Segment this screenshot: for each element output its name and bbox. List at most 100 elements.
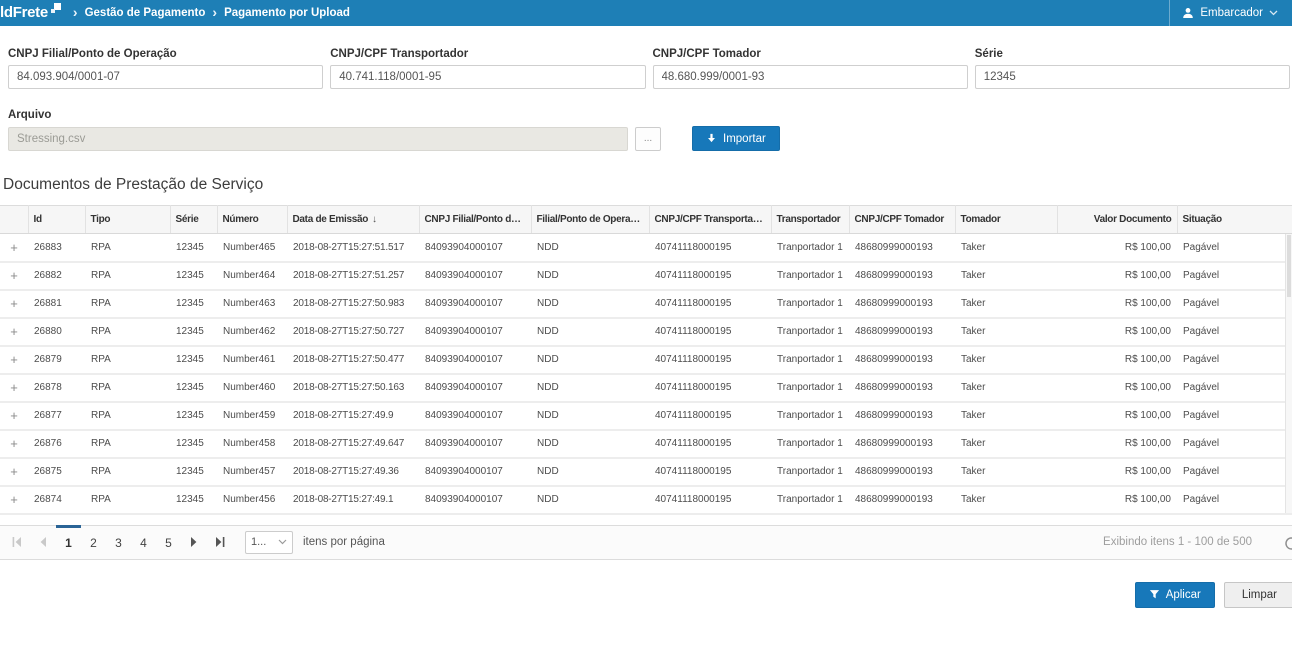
cnpj-filial-input[interactable]	[8, 65, 323, 89]
pager-page-3[interactable]: 3	[106, 525, 131, 559]
expand-row-icon[interactable]: +	[10, 268, 18, 283]
expand-row-icon[interactable]: +	[10, 352, 18, 367]
column-header-id[interactable]: Id	[28, 206, 85, 234]
refresh-icon[interactable]	[1283, 535, 1292, 552]
cnpj-transportador-input[interactable]	[330, 65, 645, 89]
cell-id: 26878	[28, 374, 85, 402]
expand-row-icon[interactable]: +	[10, 324, 18, 339]
page-size-dropdown[interactable]: 1...	[245, 531, 293, 554]
cell-cnpj-filial-ponto-operacao: 84093904000107	[419, 234, 531, 262]
cell-id: 26877	[28, 402, 85, 430]
breadcrumb: ›Gestão de Pagamento›Pagamento por Uploa…	[73, 5, 350, 21]
cell-serie: 12345	[170, 486, 217, 514]
expand-row-icon[interactable]: +	[10, 240, 18, 255]
cell-filial-ponto-operacao: NDD	[531, 430, 649, 458]
pager: 12345 1... itens por página Exibindo ite…	[0, 525, 1292, 560]
cell-transportador: Tranportador 1	[771, 290, 849, 318]
expand-row-icon[interactable]: +	[10, 436, 18, 451]
cell-data-de-emissao: 2018-08-27T15:27:49.9	[287, 402, 419, 430]
column-header-serie[interactable]: Série	[170, 206, 217, 234]
pager-pages: 12345	[56, 525, 181, 559]
cell-serie: 12345	[170, 458, 217, 486]
cell-cnpj-cpf-tomador: 48680999000193	[849, 486, 955, 514]
cell-tomador: Taker	[955, 430, 1057, 458]
cell-filial-ponto-operacao: NDD	[531, 402, 649, 430]
user-icon	[1182, 7, 1194, 19]
chevron-down-icon	[1269, 10, 1278, 16]
expand-cell: +	[0, 346, 28, 374]
expand-row-icon[interactable]: +	[10, 296, 18, 311]
cell-tomador: Taker	[955, 262, 1057, 290]
pager-page-2[interactable]: 2	[81, 525, 106, 559]
cell-filial-ponto-operacao: NDD	[531, 262, 649, 290]
cell-situacao: Pagável	[1177, 374, 1292, 402]
column-header-cnpj-cpf-tomador[interactable]: CNPJ/CPF Tomador	[849, 206, 955, 234]
breadcrumb-item[interactable]: Gestão de Pagamento	[85, 7, 206, 19]
cnpj-tomador-input[interactable]	[653, 65, 968, 89]
expand-row-icon[interactable]: +	[10, 408, 18, 423]
expand-row-icon[interactable]: +	[10, 464, 18, 479]
cell-tomador: Taker	[955, 458, 1057, 486]
clear-button[interactable]: Limpar	[1224, 582, 1292, 608]
column-header-cnpj-filial-ponto-operacao[interactable]: CNPJ Filial/Ponto de Operaç...	[419, 206, 531, 234]
pager-page-1[interactable]: 1	[56, 525, 81, 559]
cell-valor-documento: R$ 100,00	[1057, 234, 1177, 262]
column-header-tomador[interactable]: Tomador	[955, 206, 1057, 234]
cell-valor-documento: R$ 100,00	[1057, 262, 1177, 290]
breadcrumb-item[interactable]: Pagamento por Upload	[224, 7, 350, 19]
pager-prev-button[interactable]	[30, 525, 56, 559]
expand-cell: +	[0, 430, 28, 458]
expand-cell: +	[0, 318, 28, 346]
cell-cnpj-cpf-tomador: 48680999000193	[849, 346, 955, 374]
cell-tipo: RPA	[85, 262, 170, 290]
cell-transportador: Tranportador 1	[771, 430, 849, 458]
column-header-data-de-emissao[interactable]: Data de Emissão↓	[287, 206, 419, 234]
cell-tomador: Taker	[955, 318, 1057, 346]
cell-valor-documento: R$ 100,00	[1057, 318, 1177, 346]
column-header-valor-documento[interactable]: Valor Documento	[1057, 206, 1177, 234]
cell-numero: Number459	[217, 402, 287, 430]
column-header-numero[interactable]: Número	[217, 206, 287, 234]
expand-row-icon[interactable]: +	[10, 380, 18, 395]
column-header-filial-ponto-operacao[interactable]: Filial/Ponto de Operação	[531, 206, 649, 234]
pager-first-button[interactable]	[4, 525, 30, 559]
field-serie: Série	[975, 48, 1290, 89]
cell-transportador: Tranportador 1	[771, 402, 849, 430]
cell-id: 26881	[28, 290, 85, 318]
cell-cnpj-filial-ponto-operacao: 84093904000107	[419, 402, 531, 430]
cell-id: 26875	[28, 458, 85, 486]
app-logo-text: ldFrete	[0, 1, 48, 25]
apply-button[interactable]: Aplicar	[1135, 582, 1215, 608]
user-menu[interactable]: Embarcador	[1169, 0, 1292, 26]
cnpj-transportador-label: CNPJ/CPF Transportador	[330, 48, 645, 60]
cell-cnpj-cpf-transportador: 40741118000195	[649, 234, 771, 262]
column-header-transportador[interactable]: Transportador	[771, 206, 849, 234]
pager-page-5[interactable]: 5	[156, 525, 181, 559]
cell-cnpj-filial-ponto-operacao: 84093904000107	[419, 318, 531, 346]
serie-input[interactable]	[975, 65, 1290, 89]
column-header-cnpj-cpf-transportador[interactable]: CNPJ/CPF Transportador	[649, 206, 771, 234]
cell-numero: Number458	[217, 430, 287, 458]
pager-status: Exibindo itens 1 - 100 de 500	[1103, 536, 1252, 548]
cell-cnpj-filial-ponto-operacao: 84093904000107	[419, 290, 531, 318]
grid-vertical-scrollbar[interactable]	[1285, 234, 1292, 513]
pager-last-button[interactable]	[207, 525, 233, 559]
column-header-situacao[interactable]: Situação	[1177, 206, 1292, 234]
cell-id: 26883	[28, 234, 85, 262]
expand-cell: +	[0, 458, 28, 486]
expand-row-icon[interactable]: +	[10, 492, 18, 507]
cell-numero: Number460	[217, 374, 287, 402]
arquivo-label: Arquivo	[8, 109, 1292, 121]
documents-grid: IdTipoSérieNúmeroData de Emissão↓CNPJ Fi…	[0, 205, 1292, 515]
cell-tipo: RPA	[85, 234, 170, 262]
pager-next-button[interactable]	[181, 525, 207, 559]
app-logo: ldFrete	[0, 1, 61, 25]
cell-numero: Number464	[217, 262, 287, 290]
import-button[interactable]: Importar	[692, 126, 780, 151]
column-header-tipo[interactable]: Tipo	[85, 206, 170, 234]
browse-button[interactable]: ...	[635, 127, 661, 151]
pager-page-4[interactable]: 4	[131, 525, 156, 559]
cell-numero: Number457	[217, 458, 287, 486]
cell-numero: Number463	[217, 290, 287, 318]
cell-filial-ponto-operacao: NDD	[531, 234, 649, 262]
